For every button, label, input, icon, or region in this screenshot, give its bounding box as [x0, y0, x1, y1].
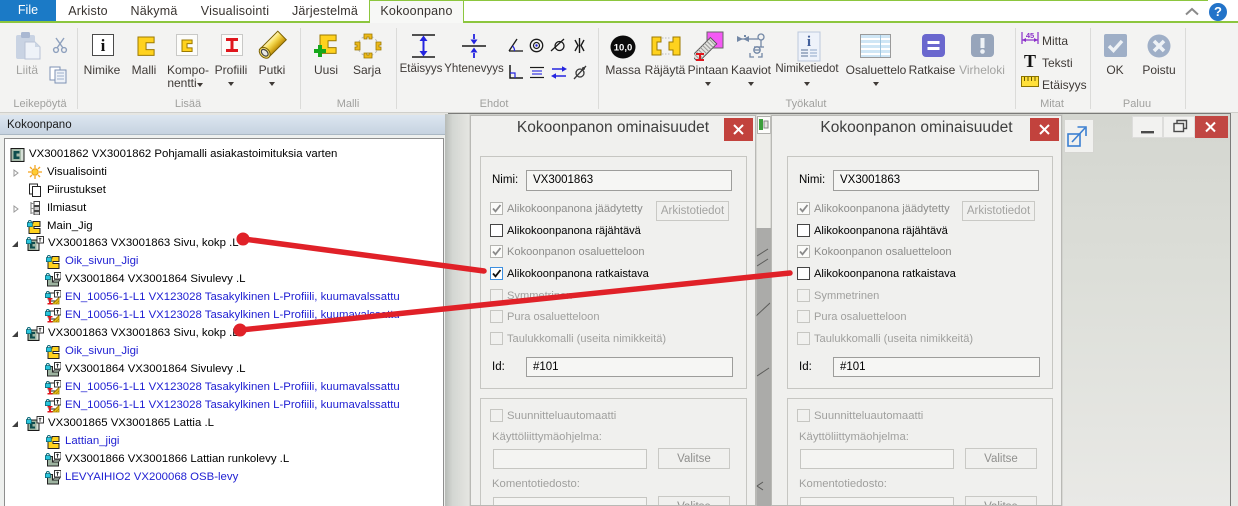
svg-text:10,0: 10,0	[614, 43, 633, 54]
svg-text:i: i	[101, 36, 106, 55]
svg-text:i: i	[807, 34, 811, 50]
svg-text:45: 45	[1026, 31, 1034, 40]
